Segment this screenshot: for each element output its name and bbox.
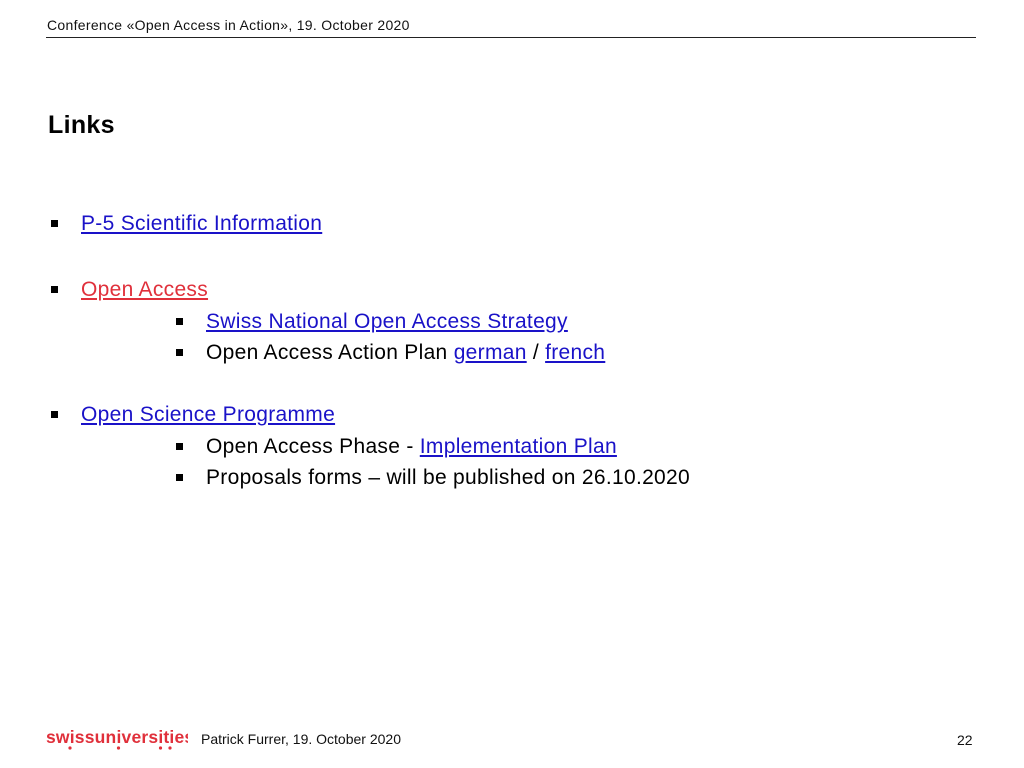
open-science-programme-link[interactable]: Open Science Programme <box>81 403 335 426</box>
bullet-icon <box>51 411 58 418</box>
proposals-text: Proposals forms – will be published on 2… <box>206 466 690 489</box>
list-item-oa-action-plan: Open Access Action Plan german / french <box>206 341 605 365</box>
conference-header: Conference «Open Access in Action», 19. … <box>47 17 410 33</box>
header-divider <box>46 37 976 38</box>
page-number: 22 <box>957 732 973 748</box>
swissuniversities-logo: swissuniversities <box>46 727 194 756</box>
list-item-p5: P-5 Scientific Information <box>81 212 322 236</box>
page-title: Links <box>48 111 115 139</box>
bullet-icon <box>51 220 58 227</box>
bullet-icon <box>176 474 183 481</box>
swiss-national-oa-strategy-link[interactable]: Swiss National Open Access Strategy <box>206 310 568 333</box>
footer-author: Patrick Furrer, 19. October 2020 <box>201 731 401 747</box>
action-plan-label: Open Access Action Plan <box>206 341 454 364</box>
swissuniversities-logo-icon: swissuniversities <box>46 727 194 750</box>
list-item-oa-phase: Open Access Phase - Implementation Plan <box>206 435 617 459</box>
language-separator: / <box>526 341 546 364</box>
bullet-icon <box>176 318 183 325</box>
action-plan-german-link[interactable]: german <box>454 341 527 364</box>
oa-phase-label: Open Access Phase - <box>206 435 420 458</box>
list-item-proposals: Proposals forms – will be published on 2… <box>206 466 690 490</box>
list-item-open-science: Open Science Programme <box>81 403 335 427</box>
bullet-icon <box>176 349 183 356</box>
list-item-oa-strategy: Swiss National Open Access Strategy <box>206 310 568 334</box>
p5-scientific-information-link[interactable]: P-5 Scientific Information <box>81 212 322 235</box>
implementation-plan-link[interactable]: Implementation Plan <box>420 435 617 458</box>
bullet-icon <box>51 286 58 293</box>
logo-wordmark: swissuniversities <box>46 729 188 747</box>
list-item-open-access: Open Access <box>81 278 208 302</box>
action-plan-french-link[interactable]: french <box>545 341 605 364</box>
bullet-icon <box>176 443 183 450</box>
open-access-link[interactable]: Open Access <box>81 278 208 301</box>
